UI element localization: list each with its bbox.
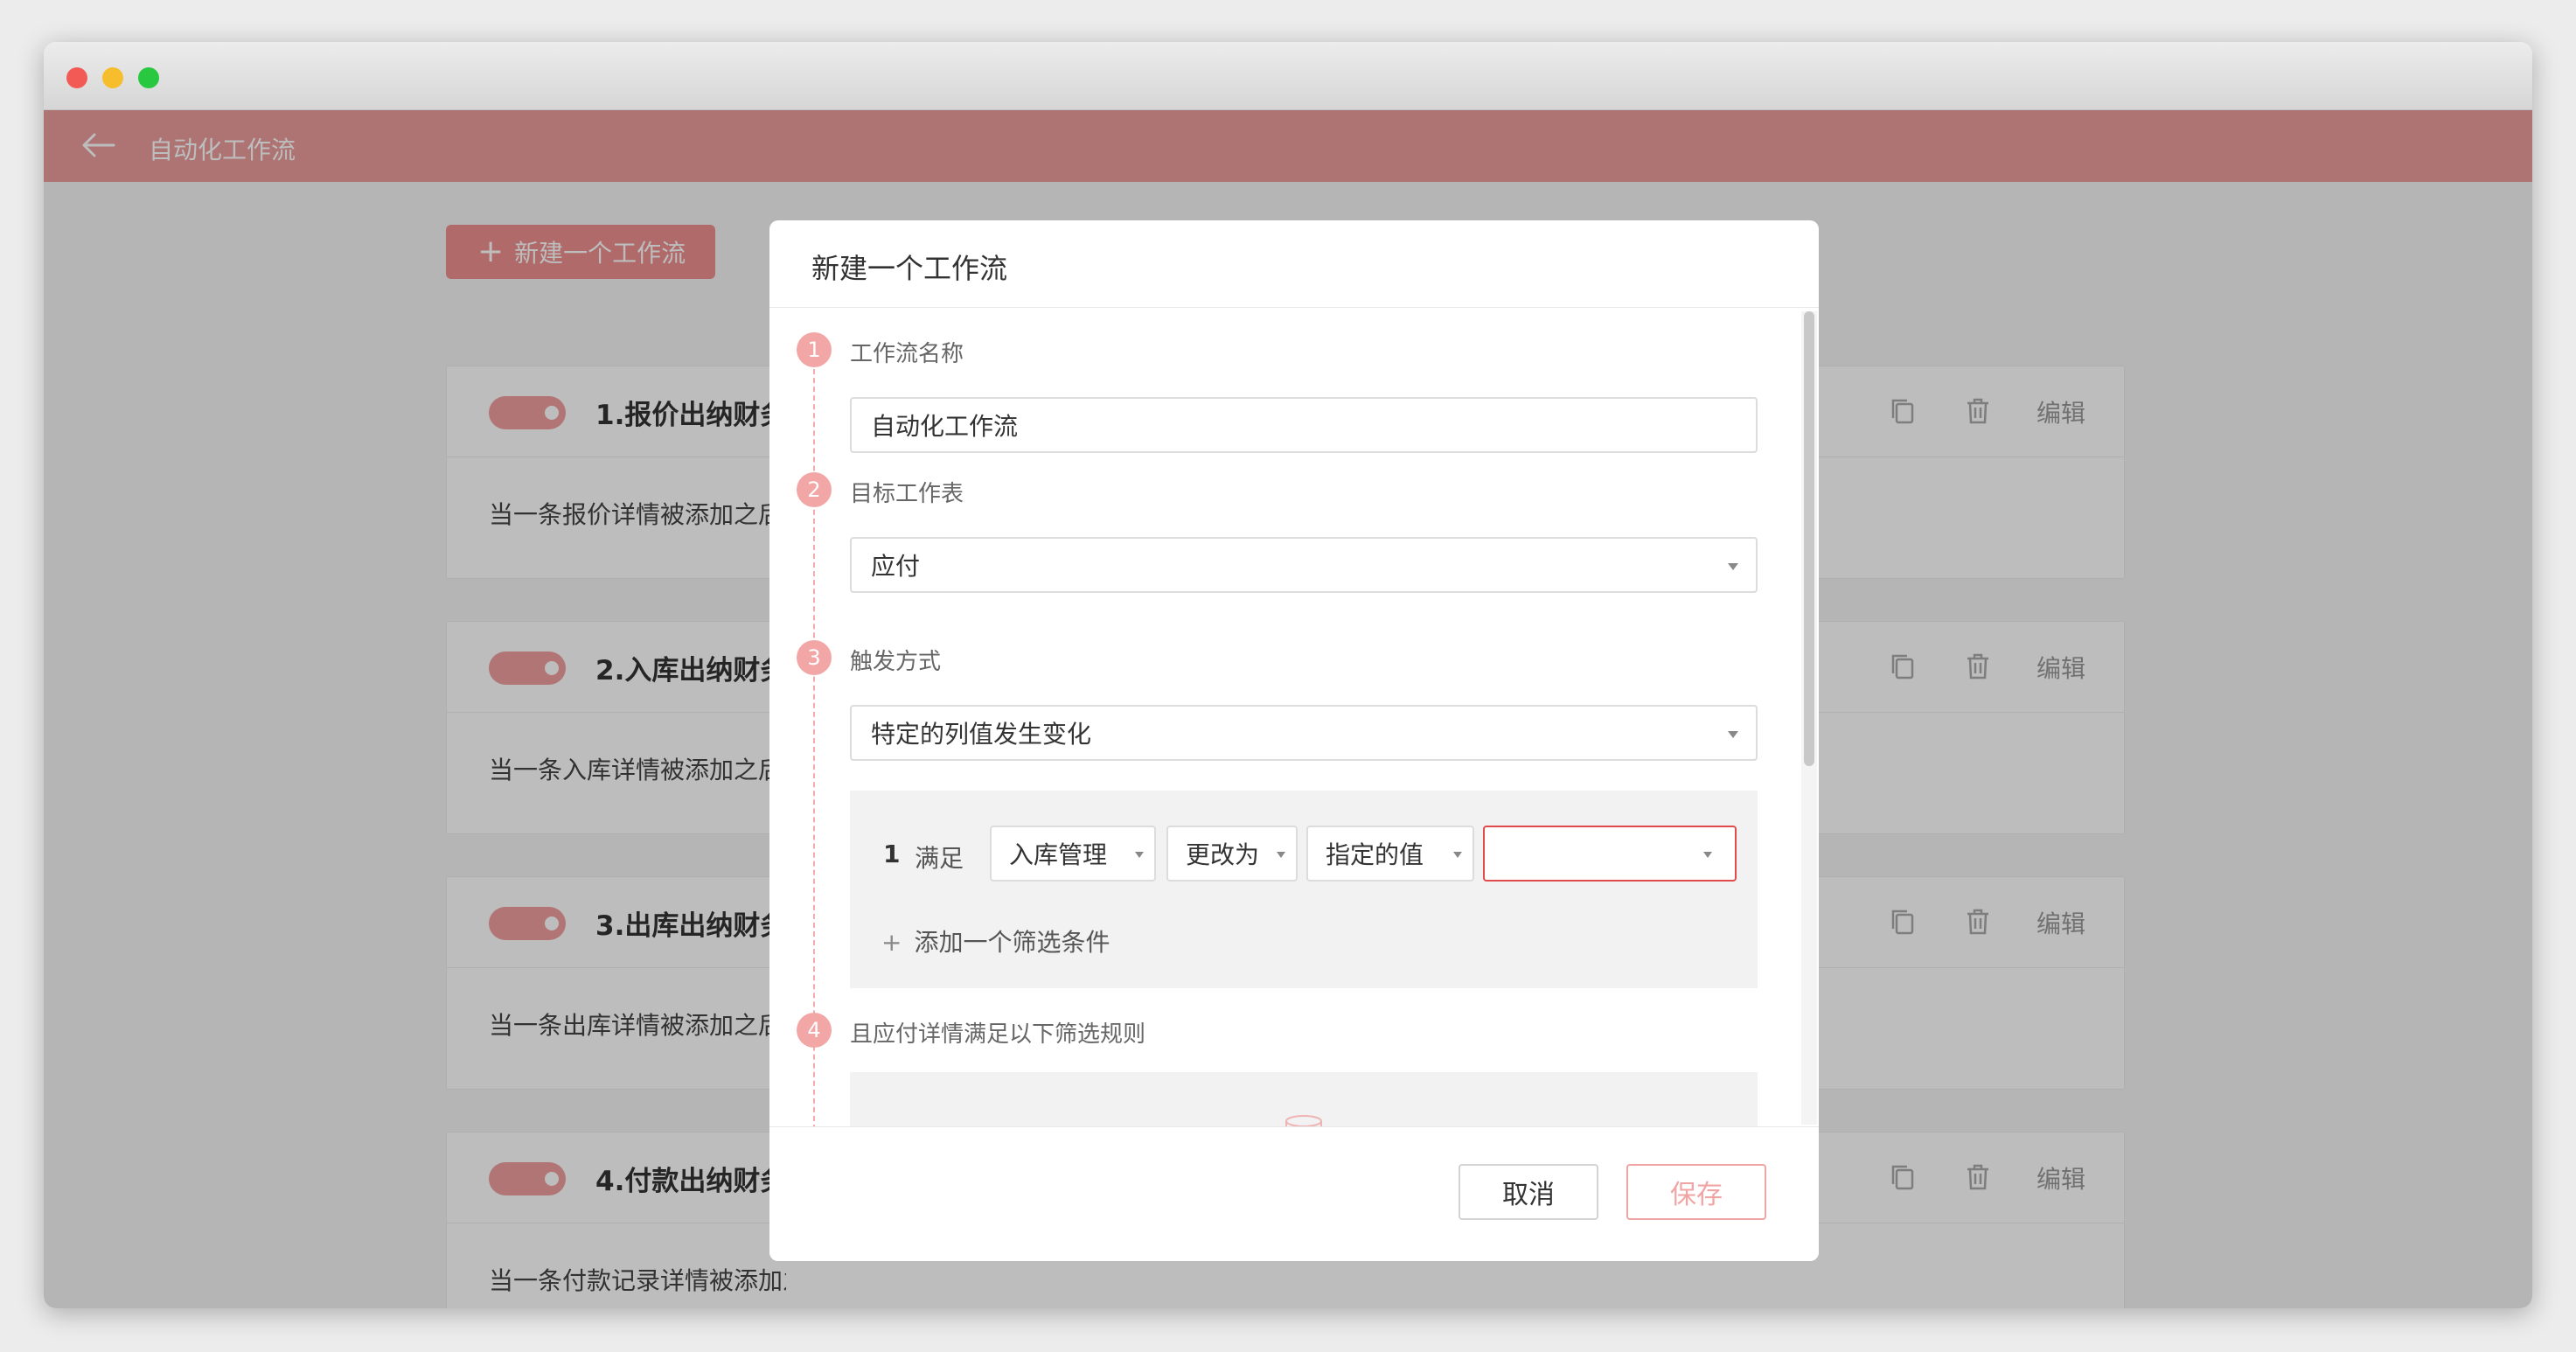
plus-icon: + <box>881 928 902 957</box>
step-number-badge: 2 <box>797 472 832 507</box>
empty-box-icon <box>1285 1115 1322 1126</box>
caret-down-icon <box>1728 731 1738 738</box>
step-label: 目标工作表 <box>850 481 964 507</box>
target-sheet-select[interactable]: 应付 <box>850 537 1758 593</box>
caret-down-icon <box>1277 852 1285 858</box>
step-label: 触发方式 <box>850 649 942 675</box>
condition-field-select[interactable]: 入库管理 <box>990 826 1156 882</box>
caret-down-icon <box>1135 852 1144 858</box>
trigger-type-value: 特定的列值发生变化 <box>871 720 1092 749</box>
workflow-name-input[interactable]: 自动化工作流 <box>850 397 1758 453</box>
step-label: 工作流名称 <box>850 341 964 367</box>
caret-down-icon <box>1453 852 1462 858</box>
target-sheet-value: 应付 <box>871 552 921 581</box>
title-bar <box>44 42 2532 110</box>
trigger-type-select[interactable]: 特定的列值发生变化 <box>850 705 1758 761</box>
dialog-scrollbar[interactable] <box>1801 311 1817 1125</box>
save-button[interactable]: 保存 <box>1626 1164 1766 1220</box>
dialog-body: 1 工作流名称 自动化工作流 2 目标工作表 应付 3 触发方式 特定的列值发生… <box>769 308 1819 1126</box>
dialog-header: 新建一个工作流 <box>769 220 1819 308</box>
condition-value-select[interactable] <box>1483 826 1737 882</box>
step-number-badge: 1 <box>797 332 832 367</box>
dialog-title: 新建一个工作流 <box>811 252 1008 285</box>
new-workflow-dialog: 新建一个工作流 1 工作流名称 自动化工作流 2 目标工作表 应付 3 触发方式… <box>769 220 1819 1261</box>
zoom-window-button[interactable] <box>138 67 159 88</box>
trigger-condition-box: 1 满足 入库管理 更改为 指定的值 + 添加一个筛选条件 <box>850 791 1758 988</box>
cancel-button[interactable]: 取消 <box>1459 1164 1598 1220</box>
minimize-window-button[interactable] <box>102 67 123 88</box>
condition-field-value: 入库管理 <box>1009 840 1108 869</box>
dialog-footer: 取消 保存 <box>769 1126 1819 1261</box>
step-label: 且应付详情满足以下筛选规则 <box>850 1021 1146 1048</box>
caret-down-icon <box>1703 852 1712 858</box>
scrollbar-thumb[interactable] <box>1804 311 1814 766</box>
caret-down-icon <box>1728 563 1738 570</box>
close-window-button[interactable] <box>66 67 87 88</box>
condition-operator-value: 更改为 <box>1186 840 1260 869</box>
workflow-name-value: 自动化工作流 <box>871 412 1019 441</box>
app-window: 自动化工作流 + 新建一个工作流 1.报价出纳财务 编辑 当一条报价详情被添加之… <box>44 42 2532 1308</box>
condition-value-type-select[interactable]: 指定的值 <box>1306 826 1474 882</box>
condition-operator-select[interactable]: 更改为 <box>1166 826 1298 882</box>
condition-index: 1 <box>883 840 901 868</box>
step-number-badge: 4 <box>797 1013 832 1048</box>
filter-rules-empty-state <box>850 1072 1758 1126</box>
step-number-badge: 3 <box>797 640 832 675</box>
add-filter-button[interactable]: + 添加一个筛选条件 <box>881 923 1110 958</box>
condition-value-type-value: 指定的值 <box>1326 840 1424 869</box>
add-filter-label: 添加一个筛选条件 <box>914 928 1110 957</box>
condition-keyword: 满足 <box>915 844 964 873</box>
